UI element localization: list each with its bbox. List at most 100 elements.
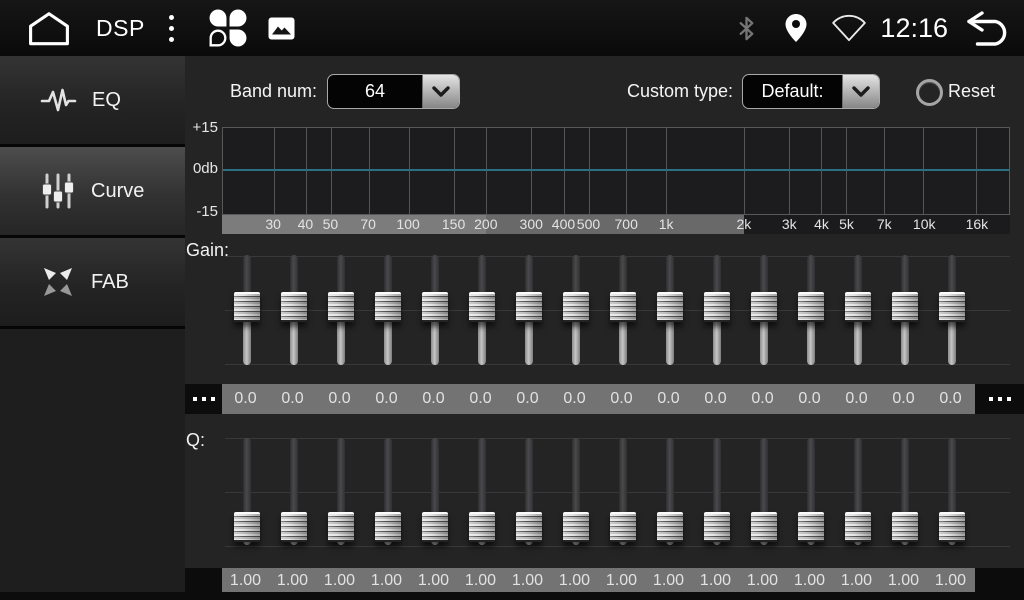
gain-slider[interactable] <box>740 255 787 365</box>
gain-slider[interactable] <box>599 255 646 365</box>
eq-curve-plot[interactable] <box>222 127 1010 215</box>
band-num-dropdown[interactable]: 64 <box>327 74 460 109</box>
gain-slider-thumb[interactable] <box>939 292 965 322</box>
back-icon[interactable] <box>964 10 1010 46</box>
gain-slider-thumb[interactable] <box>375 292 401 322</box>
bluetooth-icon <box>737 15 756 42</box>
gain-slider-thumb[interactable] <box>422 292 448 322</box>
gain-slider-thumb[interactable] <box>610 292 636 322</box>
gain-slider-thumb[interactable] <box>281 292 307 322</box>
sidebar-item-curve[interactable]: Curve <box>0 147 185 238</box>
q-slider-bank <box>223 438 975 545</box>
q-slider-thumb[interactable] <box>892 512 918 542</box>
q-slider-thumb[interactable] <box>657 512 683 542</box>
freq-tick-label: 700 <box>615 215 638 234</box>
reset-radio[interactable] <box>916 79 943 106</box>
gain-slider[interactable] <box>928 255 975 365</box>
apps-clover-icon[interactable] <box>208 8 248 48</box>
q-slider[interactable] <box>458 438 505 545</box>
home-icon[interactable] <box>26 9 72 47</box>
q-slider-thumb[interactable] <box>469 512 495 542</box>
q-slider[interactable] <box>881 438 928 545</box>
gain-value: 0.0 <box>927 384 974 414</box>
gain-slider-thumb[interactable] <box>516 292 542 322</box>
q-slider[interactable] <box>693 438 740 545</box>
gain-slider[interactable] <box>646 255 693 365</box>
menu-kebab-icon[interactable] <box>169 15 174 42</box>
q-slider[interactable] <box>364 438 411 545</box>
more-right-button[interactable] <box>975 384 1024 414</box>
q-slider-thumb[interactable] <box>610 512 636 542</box>
chevron-down-icon[interactable] <box>422 75 459 108</box>
q-slider-thumb[interactable] <box>375 512 401 542</box>
gain-slider-thumb[interactable] <box>328 292 354 322</box>
gain-slider[interactable] <box>693 255 740 365</box>
eq-response-curve[interactable] <box>223 169 1009 171</box>
q-slider[interactable] <box>270 438 317 545</box>
gain-slider[interactable] <box>552 255 599 365</box>
gain-slider[interactable] <box>223 255 270 365</box>
gain-value: 0.0 <box>222 384 269 414</box>
q-slider-thumb[interactable] <box>845 512 871 542</box>
q-slider-thumb[interactable] <box>328 512 354 542</box>
chevron-down-icon[interactable] <box>842 75 879 108</box>
gain-slider-thumb[interactable] <box>563 292 589 322</box>
q-slider-thumb[interactable] <box>516 512 542 542</box>
q-slider[interactable] <box>834 438 881 545</box>
gain-slider[interactable] <box>364 255 411 365</box>
q-slider-thumb[interactable] <box>563 512 589 542</box>
gain-slider[interactable] <box>458 255 505 365</box>
gain-slider[interactable] <box>317 255 364 365</box>
custom-type-value: Default: <box>743 75 842 108</box>
gain-slider-thumb[interactable] <box>751 292 777 322</box>
gain-slider-thumb[interactable] <box>798 292 824 322</box>
custom-type-dropdown[interactable]: Default: <box>742 74 880 109</box>
q-slider-thumb[interactable] <box>939 512 965 542</box>
freq-tick-label: 70 <box>360 215 376 234</box>
q-slider-thumb[interactable] <box>704 512 730 542</box>
more-left-button[interactable] <box>185 384 222 414</box>
gain-values-row: 0.00.00.00.00.00.00.00.00.00.00.00.00.00… <box>185 384 1024 414</box>
gain-slider-thumb[interactable] <box>657 292 683 322</box>
gridline <box>564 128 565 214</box>
q-slider-thumb[interactable] <box>798 512 824 542</box>
q-slider[interactable] <box>411 438 458 545</box>
q-slider-thumb[interactable] <box>422 512 448 542</box>
gridline <box>274 128 275 214</box>
q-slider[interactable] <box>928 438 975 545</box>
sidebar-item-fab[interactable]: FAB <box>0 238 185 329</box>
freq-tick-label: 5k <box>839 215 854 234</box>
gallery-icon[interactable] <box>268 17 295 40</box>
q-slider[interactable] <box>646 438 693 545</box>
gain-slider[interactable] <box>881 255 928 365</box>
curve-panel: Band num: 64 Custom type: Default: Reset… <box>185 56 1024 600</box>
gain-value: 0.0 <box>363 384 410 414</box>
q-slider-thumb[interactable] <box>234 512 260 542</box>
gain-value: 0.0 <box>410 384 457 414</box>
q-slider[interactable] <box>552 438 599 545</box>
freq-tick-label: 40 <box>298 215 314 234</box>
gain-value: 0.0 <box>880 384 927 414</box>
gain-slider[interactable] <box>411 255 458 365</box>
gain-slider-thumb[interactable] <box>469 292 495 322</box>
gain-slider-thumb[interactable] <box>234 292 260 322</box>
gain-slider-thumb[interactable] <box>704 292 730 322</box>
gain-slider[interactable] <box>270 255 317 365</box>
q-slider[interactable] <box>740 438 787 545</box>
q-slider[interactable] <box>505 438 552 545</box>
custom-type-label: Custom type: <box>627 81 733 102</box>
gain-slider[interactable] <box>834 255 881 365</box>
gain-slider-thumb[interactable] <box>845 292 871 322</box>
q-slider[interactable] <box>223 438 270 545</box>
sidebar-item-eq[interactable]: EQ <box>0 56 185 147</box>
q-slider-thumb[interactable] <box>281 512 307 542</box>
gridline <box>369 128 370 214</box>
q-slider[interactable] <box>599 438 646 545</box>
gain-slider[interactable] <box>505 255 552 365</box>
freq-tick-label: 4k <box>814 215 829 234</box>
q-slider[interactable] <box>787 438 834 545</box>
q-slider[interactable] <box>317 438 364 545</box>
gain-slider-thumb[interactable] <box>892 292 918 322</box>
q-slider-thumb[interactable] <box>751 512 777 542</box>
gain-slider[interactable] <box>787 255 834 365</box>
